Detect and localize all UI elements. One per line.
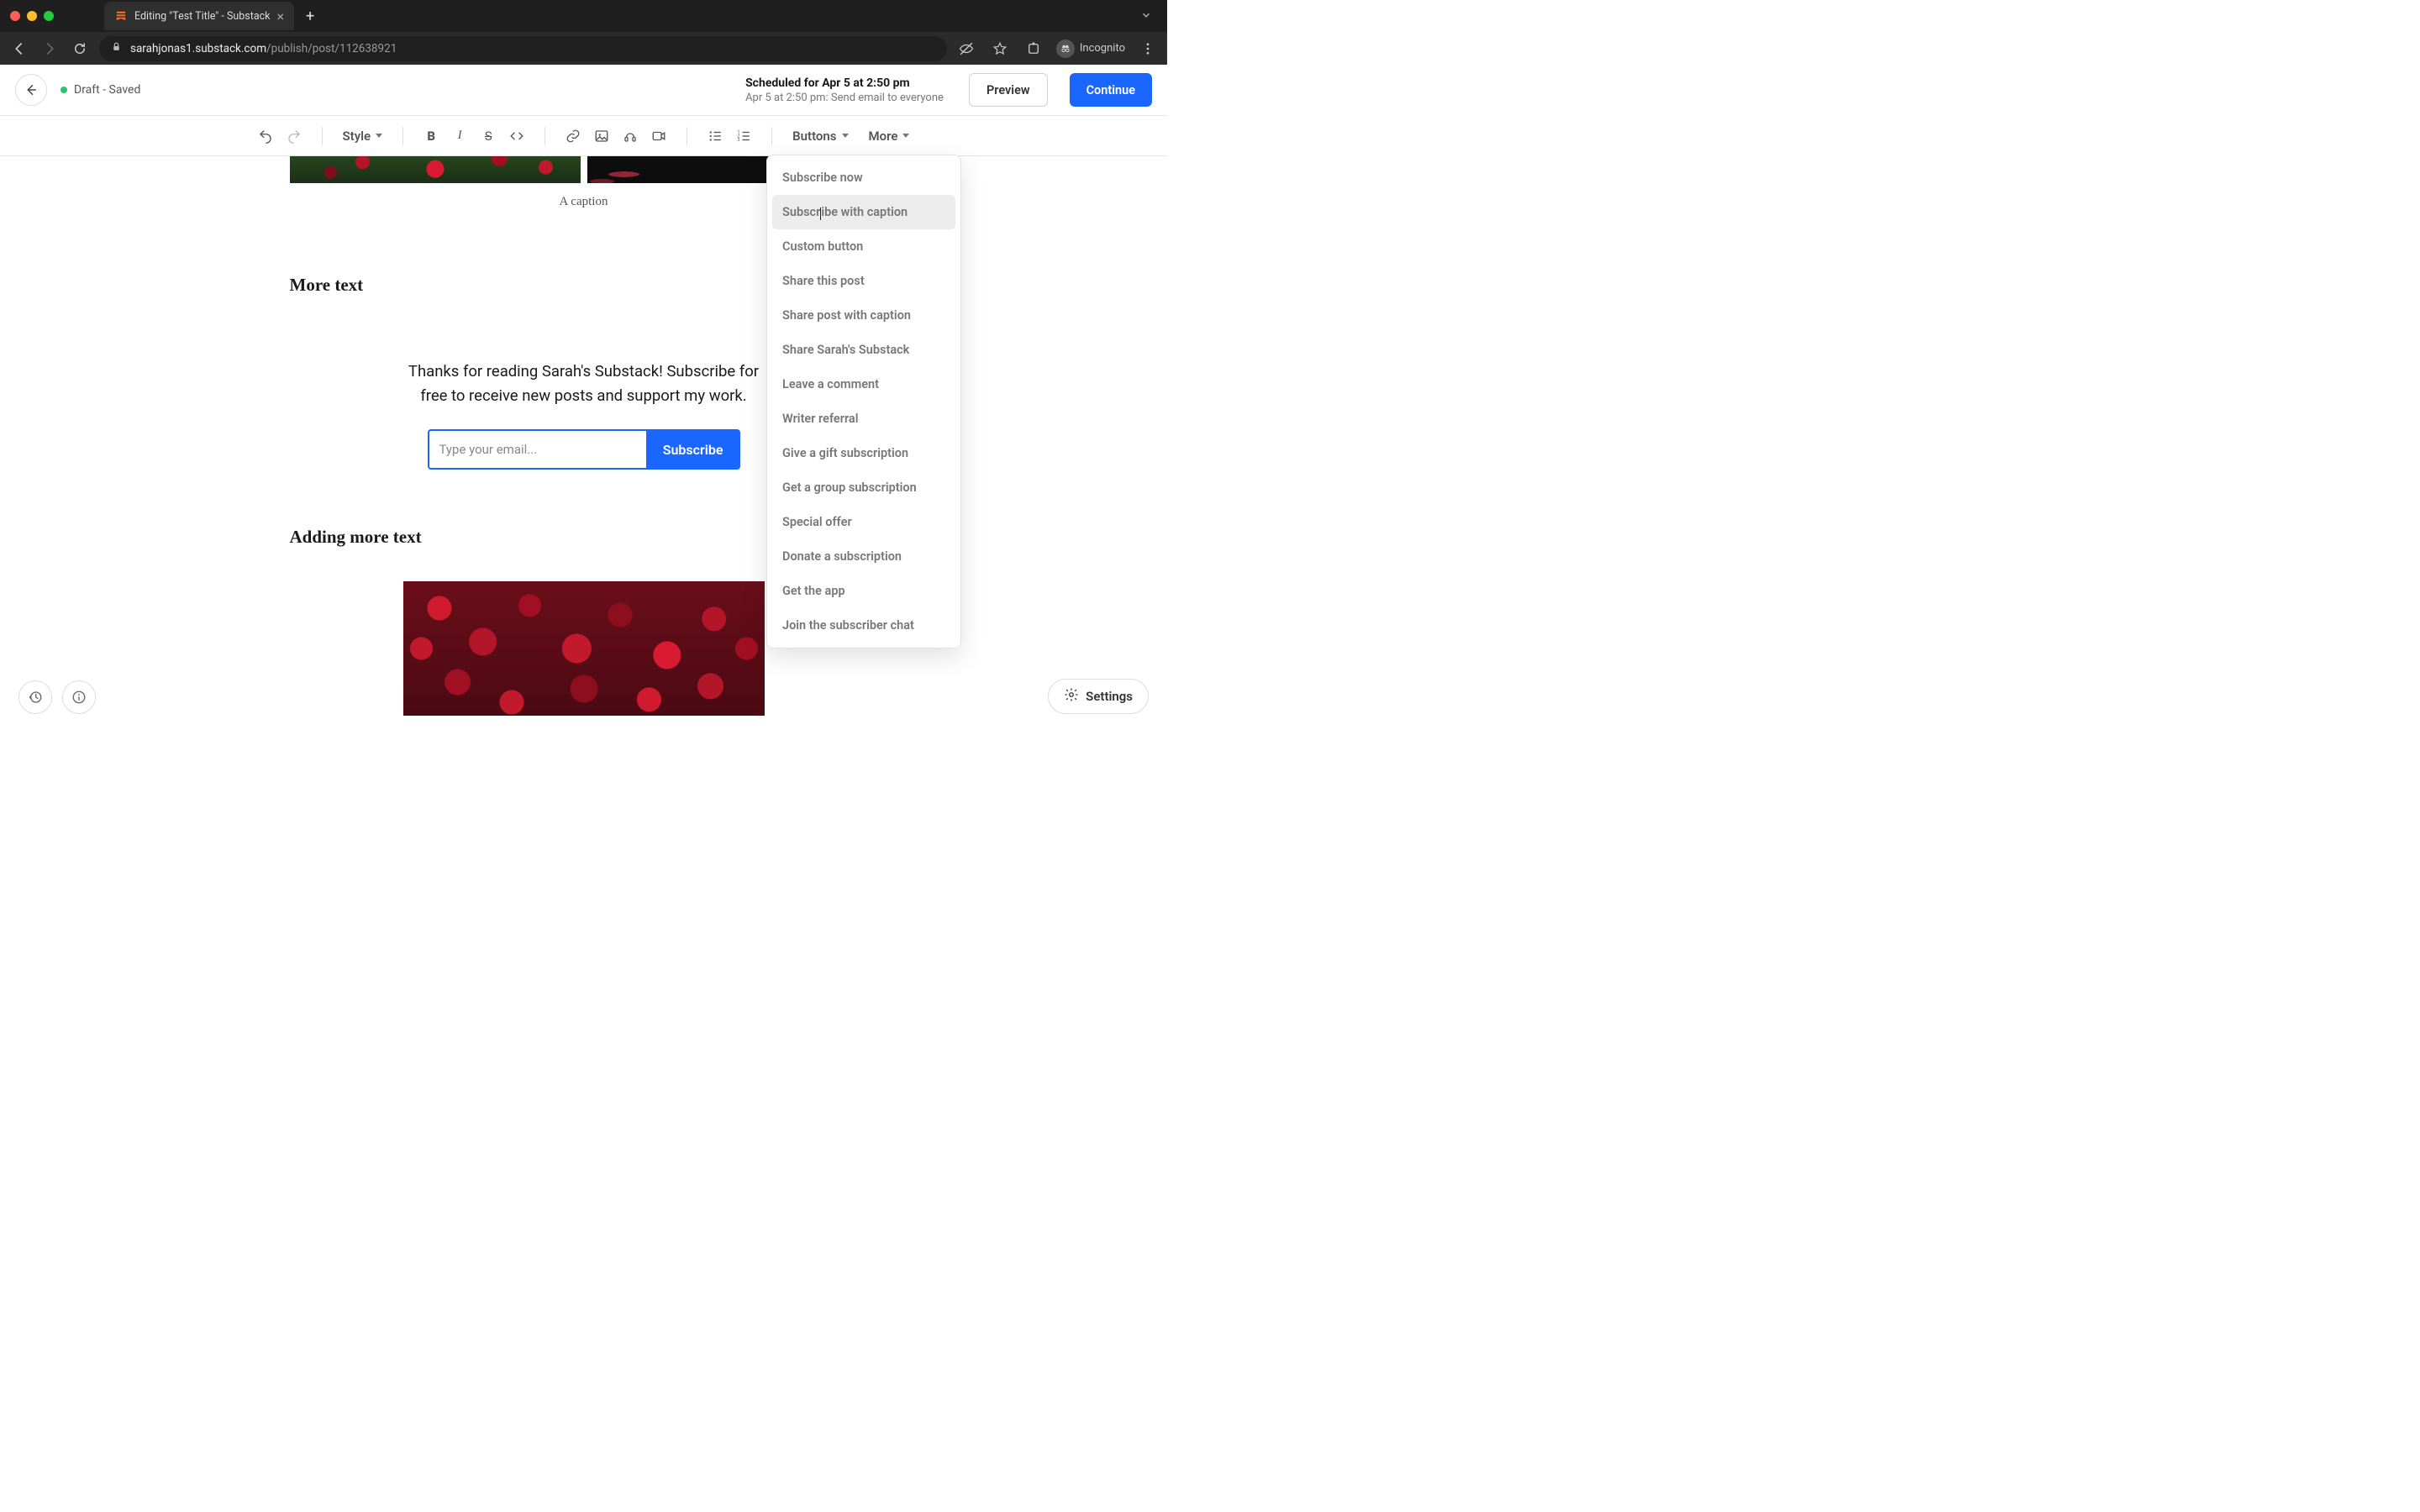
editor-image[interactable] [290,156,581,183]
dropdown-item-label: Subscribe with caption [782,205,908,219]
tab-strip: Editing "Test Title" - Substack × + [0,0,1167,32]
dropdown-item-join-the-subscriber-chat[interactable]: Join the subscriber chat [772,608,955,643]
schedule-subtitle: Apr 5 at 2:50 pm: Send email to everyone [745,92,944,104]
editor-image[interactable] [403,581,765,716]
chevron-down-icon [376,134,382,138]
subscribe-caption[interactable]: Thanks for reading Sarah's Substack! Sub… [408,360,760,407]
video-button[interactable] [646,123,671,149]
incognito-icon [1056,39,1075,58]
settings-label: Settings [1086,689,1133,704]
dropdown-item-subscribe-now[interactable]: Subscribe now [772,160,955,195]
bold-button[interactable]: B [418,123,444,149]
email-input[interactable]: Type your email... [428,429,646,470]
fullscreen-window-icon[interactable] [44,11,54,21]
status-dot-icon [60,87,67,93]
back-icon[interactable] [8,38,30,60]
dropdown-item-share-this-post[interactable]: Share this post [772,264,955,298]
forward-icon[interactable] [39,38,60,60]
browser-chrome: Editing "Test Title" - Substack × + sara… [0,0,1167,65]
dropdown-item-writer-referral[interactable]: Writer referral [772,402,955,436]
email-placeholder: Type your email... [439,442,538,457]
buttons-dropdown-panel: Subscribe now Subscribe with caption Cus… [766,155,961,648]
dropdown-item-custom-button[interactable]: Custom button [772,229,955,264]
info-button[interactable] [62,680,96,714]
continue-button[interactable]: Continue [1070,73,1152,107]
dropdown-item-share-post-with-caption[interactable]: Share post with caption [772,298,955,333]
buttons-label: Buttons [792,129,836,144]
dropdown-item-special-offer[interactable]: Special offer [772,505,955,539]
dropdown-item-donate-a-subscription[interactable]: Donate a subscription [772,539,955,574]
star-icon[interactable] [989,38,1011,60]
style-label: Style [343,129,371,144]
image-button[interactable] [589,123,614,149]
url-host: sarahjonas1.substack.com [130,42,266,55]
more-label: More [869,129,898,144]
tabs-overflow-icon[interactable] [1140,9,1152,24]
editor-toolbar: Style B I S 123 Buttons [0,116,1167,156]
app-header: Draft - Saved Scheduled for Apr 5 at 2:5… [0,65,1167,116]
link-button[interactable] [560,123,586,149]
browser-tab[interactable]: Editing "Test Title" - Substack × [104,2,294,30]
editor-back-button[interactable] [15,74,47,106]
dropdown-item-get-the-app[interactable]: Get the app [772,574,955,608]
eye-off-icon[interactable] [955,38,977,60]
schedule-info: Scheduled for Apr 5 at 2:50 pm Apr 5 at … [745,76,944,104]
dropdown-item-give-a-gift-subscription[interactable]: Give a gift subscription [772,436,955,470]
url-path: /publish/post/112638921 [266,42,397,55]
italic-button[interactable]: I [447,123,472,149]
text-cursor-icon [820,207,821,220]
close-window-icon[interactable] [10,11,20,21]
revision-history-button[interactable] [18,680,52,714]
dropdown-item-leave-a-comment[interactable]: Leave a comment [772,367,955,402]
editor-body: A caption More text Thanks for reading S… [0,156,1167,729]
dropdown-item-share-sarahs-substack[interactable]: Share Sarah's Substack [772,333,955,367]
substack-favicon-icon [114,9,128,23]
reload-icon[interactable] [69,38,91,60]
buttons-dropdown[interactable]: Buttons [787,123,853,149]
new-tab-button[interactable]: + [306,8,314,25]
undo-button[interactable] [253,123,278,149]
chevron-down-icon [842,134,849,138]
settings-button[interactable]: Settings [1048,679,1149,714]
tab-title: Editing "Test Title" - Substack [134,10,271,23]
history-controls [18,680,96,714]
dropdown-item-subscribe-with-caption[interactable]: Subscribe with caption [772,195,955,229]
editor-image[interactable] [587,156,771,183]
svg-text:3: 3 [738,138,740,143]
chevron-down-icon [902,134,909,138]
lock-icon [111,41,122,55]
extensions-icon[interactable] [1023,38,1044,60]
close-tab-icon[interactable]: × [277,8,285,24]
address-row: sarahjonas1.substack.com/publish/post/11… [0,32,1167,65]
incognito-indicator: Incognito [1056,39,1125,58]
subscribe-form: Type your email... Subscribe [428,429,740,470]
incognito-label: Incognito [1080,42,1125,55]
redo-button[interactable] [281,123,307,149]
kebab-menu-icon[interactable] [1137,38,1159,60]
minimize-window-icon[interactable] [27,11,37,21]
bullet-list-button[interactable] [702,123,728,149]
preview-button[interactable]: Preview [969,73,1048,107]
address-bar[interactable]: sarahjonas1.substack.com/publish/post/11… [99,36,947,61]
strikethrough-button[interactable]: S [476,123,501,149]
ordered-list-button[interactable]: 123 [731,123,756,149]
more-dropdown[interactable]: More [864,123,915,149]
subscribe-button[interactable]: Subscribe [646,429,740,470]
dropdown-item-get-a-group-subscription[interactable]: Get a group subscription [772,470,955,505]
schedule-title: Scheduled for Apr 5 at 2:50 pm [745,76,944,90]
code-button[interactable] [504,123,529,149]
audio-button[interactable] [618,123,643,149]
draft-status-label: Draft - Saved [74,83,140,97]
style-dropdown[interactable]: Style [338,123,388,149]
draft-status: Draft - Saved [60,83,140,97]
gear-icon [1064,687,1079,706]
window-controls [10,11,54,21]
